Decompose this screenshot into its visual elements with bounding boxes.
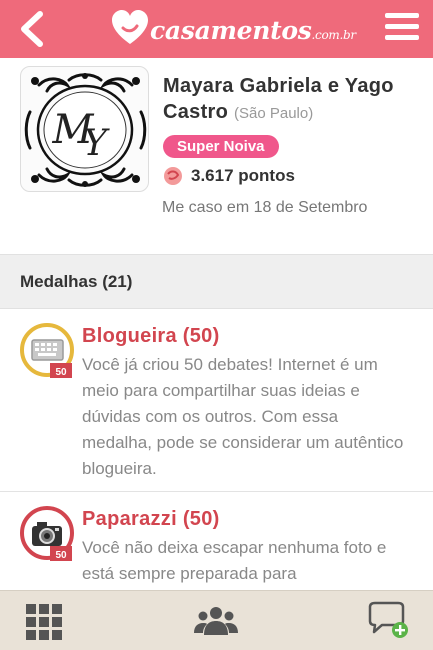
monogram-letter-y: Y (83, 123, 110, 164)
bottom-navigation (0, 590, 433, 650)
camera-medal-icon: 50 (20, 506, 76, 566)
medal-item[interactable]: 50 Blogueira (50) Você já criou 50 debat… (0, 309, 433, 492)
brand-name: casamentos.com.br (150, 16, 356, 45)
top-app-bar: casamentos.com.br (0, 0, 433, 58)
medal-description: Você já criou 50 debates! Internet é um … (82, 355, 404, 478)
monogram-frame-image: M Y (24, 73, 147, 187)
points-row: 3.617 pontos (163, 166, 295, 186)
heart-logo-icon (112, 10, 148, 44)
chevron-left-icon (21, 11, 43, 47)
back-button[interactable] (14, 8, 54, 50)
points-icon (164, 167, 182, 185)
medal-count-label: 50 (55, 367, 67, 378)
profile-city: (São Paulo) (234, 105, 314, 122)
profile-name: Mayara Gabriela e Yago Castro (São Paulo… (163, 75, 394, 123)
avatar[interactable]: M Y (20, 66, 149, 192)
grid-icon[interactable] (22, 601, 66, 641)
section-title: Medalhas (21) (20, 272, 133, 291)
status-badge: Super Noiva (163, 135, 279, 158)
new-chat-icon[interactable] (366, 601, 410, 641)
profile-card: M Y Mayara Gabriela e Yago Castro (São P… (0, 58, 433, 254)
medal-title: Paparazzi (50) (82, 508, 220, 530)
keyboard-medal-icon: 50 (20, 323, 76, 383)
medal-title: Blogueira (50) (82, 325, 220, 347)
medals-section-header: Medalhas (21) (0, 254, 433, 309)
medal-item[interactable]: 50 Paparazzi (50) Você não deixa escapar… (0, 492, 433, 592)
points-value: 3.617 pontos (191, 166, 295, 185)
medal-description: Você não deixa escapar nenhuma foto e es… (82, 538, 387, 583)
brand-logo[interactable]: casamentos.com.br (110, 6, 356, 52)
community-icon[interactable] (194, 601, 238, 641)
hamburger-menu-icon[interactable] (385, 13, 419, 43)
medal-count-label: 50 (55, 550, 67, 561)
wedding-date: Me caso em 18 de Setembro (162, 199, 368, 216)
